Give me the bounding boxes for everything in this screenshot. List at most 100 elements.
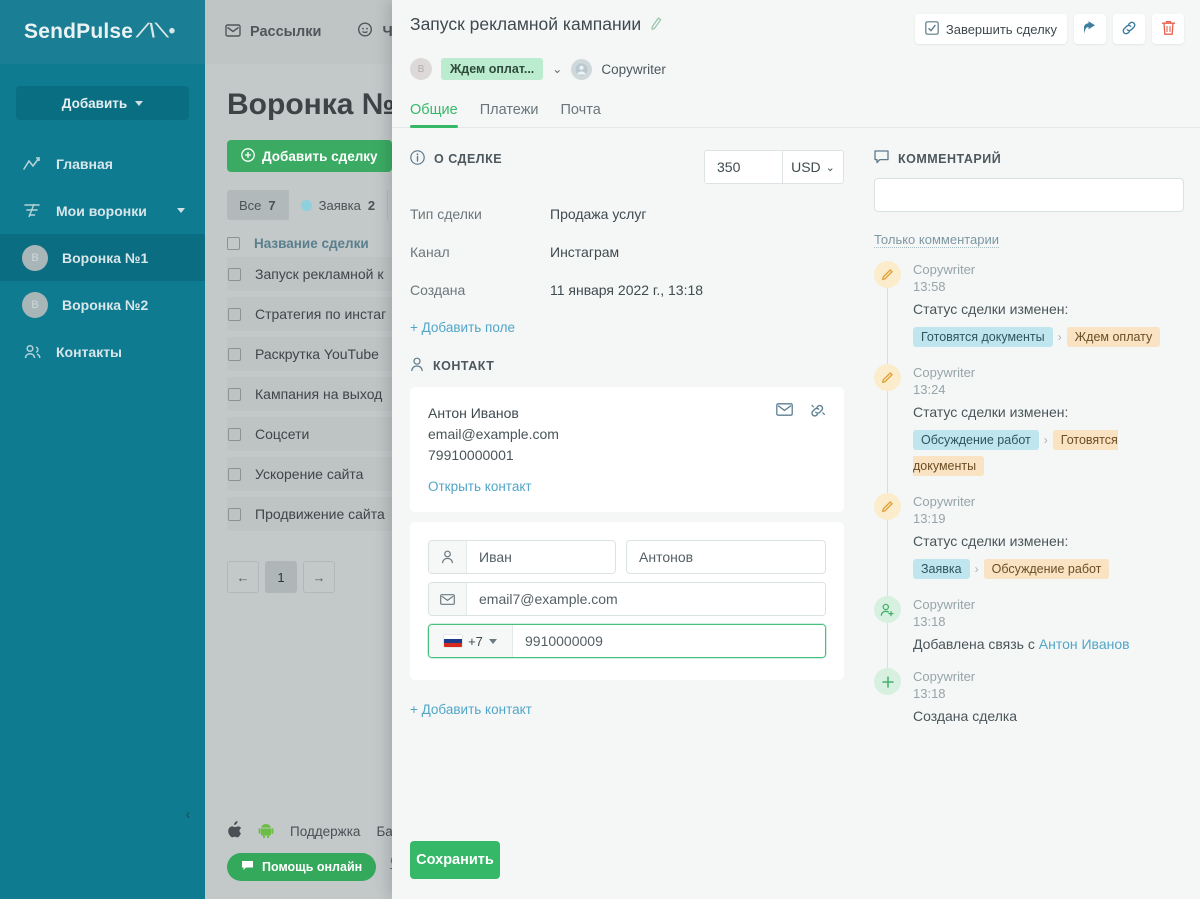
- field-value[interactable]: Продажа услуг: [550, 206, 646, 222]
- owner-avatar: [571, 59, 592, 80]
- filter-chip-all[interactable]: Все 7: [227, 190, 289, 220]
- topnav-item-mailings[interactable]: Рассылки: [225, 24, 321, 41]
- envelope-icon: [225, 24, 241, 41]
- app-root: Рассылки Чат- Воронка № Добавить сделку: [0, 0, 1200, 899]
- save-button[interactable]: Сохранить: [410, 841, 500, 879]
- comment-input[interactable]: [874, 178, 1184, 212]
- add-deal-button[interactable]: Добавить сделку: [227, 140, 392, 172]
- row-checkbox[interactable]: [228, 268, 241, 281]
- chevron-down-icon[interactable]: ⌄: [552, 62, 562, 76]
- email-input[interactable]: email7@example.com: [467, 583, 825, 615]
- select-all-checkbox[interactable]: [227, 237, 240, 250]
- add-field-link[interactable]: + Добавить поле: [410, 320, 844, 335]
- pagination-next[interactable]: →: [303, 561, 335, 593]
- status-badge[interactable]: Ждем оплат...: [441, 58, 543, 80]
- open-contact-link[interactable]: Открыть контакт: [428, 479, 532, 494]
- timeline-author: Copywriter: [913, 596, 1184, 613]
- footer-link-support[interactable]: Поддержка: [290, 824, 360, 839]
- row-label: Продвижение сайта: [255, 506, 385, 522]
- sidebar-item-home[interactable]: Главная: [0, 140, 205, 187]
- edit-pencil-icon[interactable]: [649, 15, 665, 33]
- row-checkbox[interactable]: [228, 428, 241, 441]
- timeline-time: 13:24: [913, 381, 1184, 398]
- last-name-input[interactable]: Антонов: [626, 540, 826, 574]
- timeline-author: Copywriter: [913, 493, 1184, 510]
- sidebar-item-funnel-1[interactable]: В Воронка №1: [0, 234, 205, 281]
- sidebar-item-funnel-2[interactable]: В Воронка №2: [0, 281, 205, 328]
- first-name-group[interactable]: Иван: [428, 540, 616, 574]
- apple-icon[interactable]: [227, 821, 242, 841]
- avatar: В: [22, 292, 48, 318]
- timeline-text: Создана сделка: [913, 706, 1184, 726]
- timeline-time: 13:58: [913, 278, 1184, 295]
- timeline-item: Copywriter 13:18 Добавлена связь с Антон…: [874, 596, 1184, 668]
- field-row-deal-type: Тип сделки Продажа услуг: [410, 206, 844, 222]
- phone-group[interactable]: +7 9910000009: [428, 624, 826, 658]
- android-icon[interactable]: [258, 822, 274, 841]
- row-checkbox[interactable]: [228, 308, 241, 321]
- field-value[interactable]: Инстаграм: [550, 244, 619, 260]
- modal-footer: Сохранить: [392, 841, 1200, 899]
- pagination-page-1[interactable]: 1: [265, 561, 297, 593]
- filter-count: 7: [268, 198, 275, 213]
- delete-button[interactable]: [1152, 14, 1184, 44]
- complete-deal-button[interactable]: Завершить сделку: [915, 14, 1067, 44]
- timeline-text: Добавлена связь с: [913, 636, 1039, 652]
- status-badge-to: Ждем оплату: [1067, 327, 1161, 347]
- copy-link-button[interactable]: [1113, 14, 1145, 44]
- row-checkbox[interactable]: [228, 468, 241, 481]
- row-label: Ускорение сайта: [255, 466, 363, 482]
- filter-count: 2: [368, 198, 375, 213]
- sidebar-item-contacts[interactable]: Контакты: [0, 328, 205, 375]
- row-checkbox[interactable]: [228, 508, 241, 521]
- modal-body: О СДЕЛКЕ 350 USD ⌄ Тип сделки Продажа ус…: [392, 128, 1200, 841]
- person-add-icon: [874, 596, 901, 623]
- filter-label: Все: [239, 198, 261, 213]
- online-help-button[interactable]: Помощь онлайн: [227, 853, 376, 881]
- comments-section-title: КОММЕНТАРИЙ: [898, 152, 1001, 166]
- status-badge-from: Заявка: [913, 559, 970, 579]
- timeline-contact-link[interactable]: Антон Иванов: [1039, 636, 1130, 652]
- chevron-down-icon: ⌄: [826, 161, 835, 174]
- tab-mail[interactable]: Почта: [561, 96, 601, 127]
- email-group[interactable]: email7@example.com: [428, 582, 826, 616]
- contacts-icon: [22, 344, 42, 360]
- envelope-icon[interactable]: [776, 403, 793, 421]
- deal-detail-modal: Запуск рекламной кампании Завершить сдел…: [392, 0, 1200, 899]
- sidebar-logo[interactable]: SendPulse ⟋\⟍•: [0, 0, 205, 64]
- plus-icon: [874, 668, 901, 695]
- sidebar-item-my-funnels[interactable]: Мои воронки: [0, 187, 205, 234]
- complete-deal-label: Завершить сделку: [946, 22, 1057, 37]
- deal-section-header: О СДЕЛКЕ: [410, 150, 502, 168]
- phone-input[interactable]: 9910000009: [513, 625, 825, 657]
- add-contact-link[interactable]: + Добавить контакт: [410, 702, 844, 717]
- filter-chip-request[interactable]: Заявка 2: [289, 190, 388, 220]
- tab-payments[interactable]: Платежи: [480, 96, 539, 127]
- sidebar-collapse-button[interactable]: ‹: [176, 800, 200, 828]
- chart-line-icon: [22, 157, 42, 171]
- pagination-prev[interactable]: ←: [227, 561, 259, 593]
- column-header-deal-name: Название сделки: [254, 236, 369, 251]
- chevron-right-icon: ›: [1058, 330, 1062, 344]
- timeline-item: Copywriter 13:58 Статус сделки изменен: …: [874, 261, 1184, 364]
- sidebar-add-button[interactable]: Добавить: [16, 86, 189, 120]
- amount-input[interactable]: 350: [704, 150, 782, 184]
- tab-general[interactable]: Общие: [410, 96, 458, 127]
- first-name-input[interactable]: Иван: [467, 541, 615, 573]
- plus-circle-icon: [241, 148, 255, 165]
- timeline-author: Copywriter: [913, 261, 1184, 278]
- timeline-author: Copywriter: [913, 668, 1184, 685]
- status-dot-icon: [301, 200, 312, 211]
- row-checkbox[interactable]: [228, 348, 241, 361]
- sidebar-item-label: Воронка №2: [62, 297, 148, 313]
- row-checkbox[interactable]: [228, 388, 241, 401]
- country-code-select[interactable]: +7: [429, 625, 513, 657]
- status-badge-from: Обсуждение работ: [913, 430, 1039, 450]
- pencil-icon: [874, 261, 901, 288]
- unlink-icon[interactable]: [809, 403, 826, 421]
- link-icon: [1121, 20, 1137, 39]
- only-comments-filter-link[interactable]: Только комментарии: [874, 232, 999, 248]
- contact-name: Антон Иванов: [428, 403, 559, 424]
- share-button[interactable]: [1074, 14, 1106, 44]
- currency-select[interactable]: USD ⌄: [782, 150, 844, 184]
